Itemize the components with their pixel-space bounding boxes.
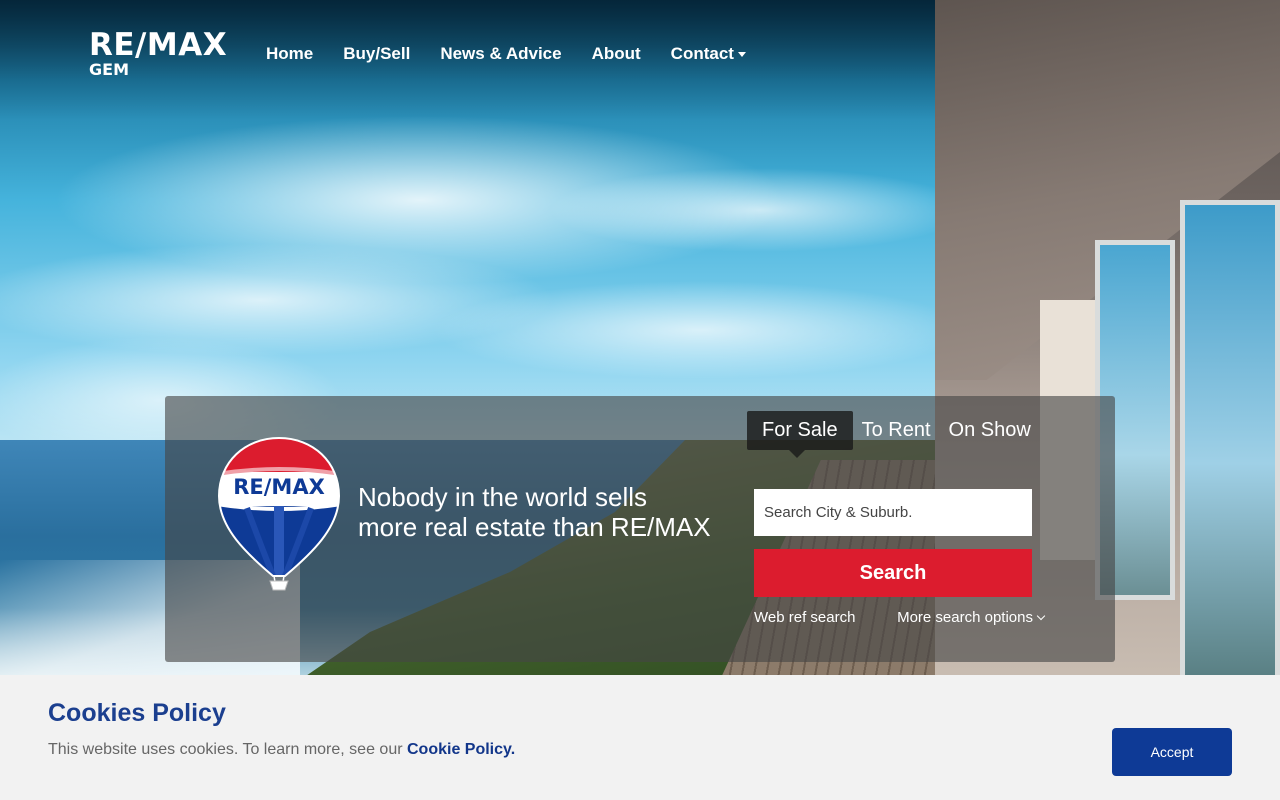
search-panel: RE/MAX Nobody in the world sells more re… xyxy=(165,396,1115,662)
cookie-policy-link[interactable]: Cookie Policy. xyxy=(407,741,515,758)
chevron-down-icon xyxy=(1036,611,1046,621)
more-search-options-link[interactable]: More search options xyxy=(897,609,1046,626)
nav-contact[interactable]: Contact xyxy=(671,44,746,64)
nav-home[interactable]: Home xyxy=(266,44,313,64)
hot-air-balloon-icon: RE/MAX xyxy=(217,436,341,591)
logo-main-text: RE/MAX xyxy=(89,27,228,63)
window-image xyxy=(1180,200,1280,680)
site-header: RE/MAX GEM Home Buy/Sell News & Advice A… xyxy=(0,0,1280,110)
more-search-options-label: More search options xyxy=(897,609,1033,626)
nav-buy-sell[interactable]: Buy/Sell xyxy=(343,44,410,64)
cookie-text: This website uses cookies. To learn more… xyxy=(48,741,515,759)
balloon-text: RE/MAX xyxy=(233,475,325,499)
nav-news-advice[interactable]: News & Advice xyxy=(440,44,561,64)
tab-on-show[interactable]: On Show xyxy=(940,411,1040,450)
accept-button[interactable]: Accept xyxy=(1112,728,1232,776)
main-nav: Home Buy/Sell News & Advice About Contac… xyxy=(266,44,776,64)
tagline-line-1: Nobody in the world sells xyxy=(358,482,648,512)
search-tabs: For Sale To Rent On Show xyxy=(747,411,1040,458)
search-input[interactable] xyxy=(754,489,1032,536)
tab-to-rent[interactable]: To Rent xyxy=(853,411,940,450)
remax-gem-logo[interactable]: RE/MAX GEM xyxy=(89,30,239,80)
search-button[interactable]: Search xyxy=(754,549,1032,597)
web-ref-search-link[interactable]: Web ref search xyxy=(754,609,855,626)
logo-sub-text: GEM xyxy=(89,60,129,79)
search-links: Web ref search More search options xyxy=(754,609,1046,626)
cookie-message: This website uses cookies. To learn more… xyxy=(48,741,403,758)
tab-for-sale[interactable]: For Sale xyxy=(747,411,853,458)
tagline-line-2: more real estate than RE/MAX xyxy=(358,512,711,542)
nav-contact-label: Contact xyxy=(670,44,734,63)
tagline: Nobody in the world sells more real esta… xyxy=(358,482,711,542)
nav-about[interactable]: About xyxy=(592,44,641,64)
caret-down-icon xyxy=(737,51,746,57)
cookie-banner: Cookies Policy This website uses cookies… xyxy=(0,675,1280,800)
cookie-title: Cookies Policy xyxy=(48,699,226,727)
